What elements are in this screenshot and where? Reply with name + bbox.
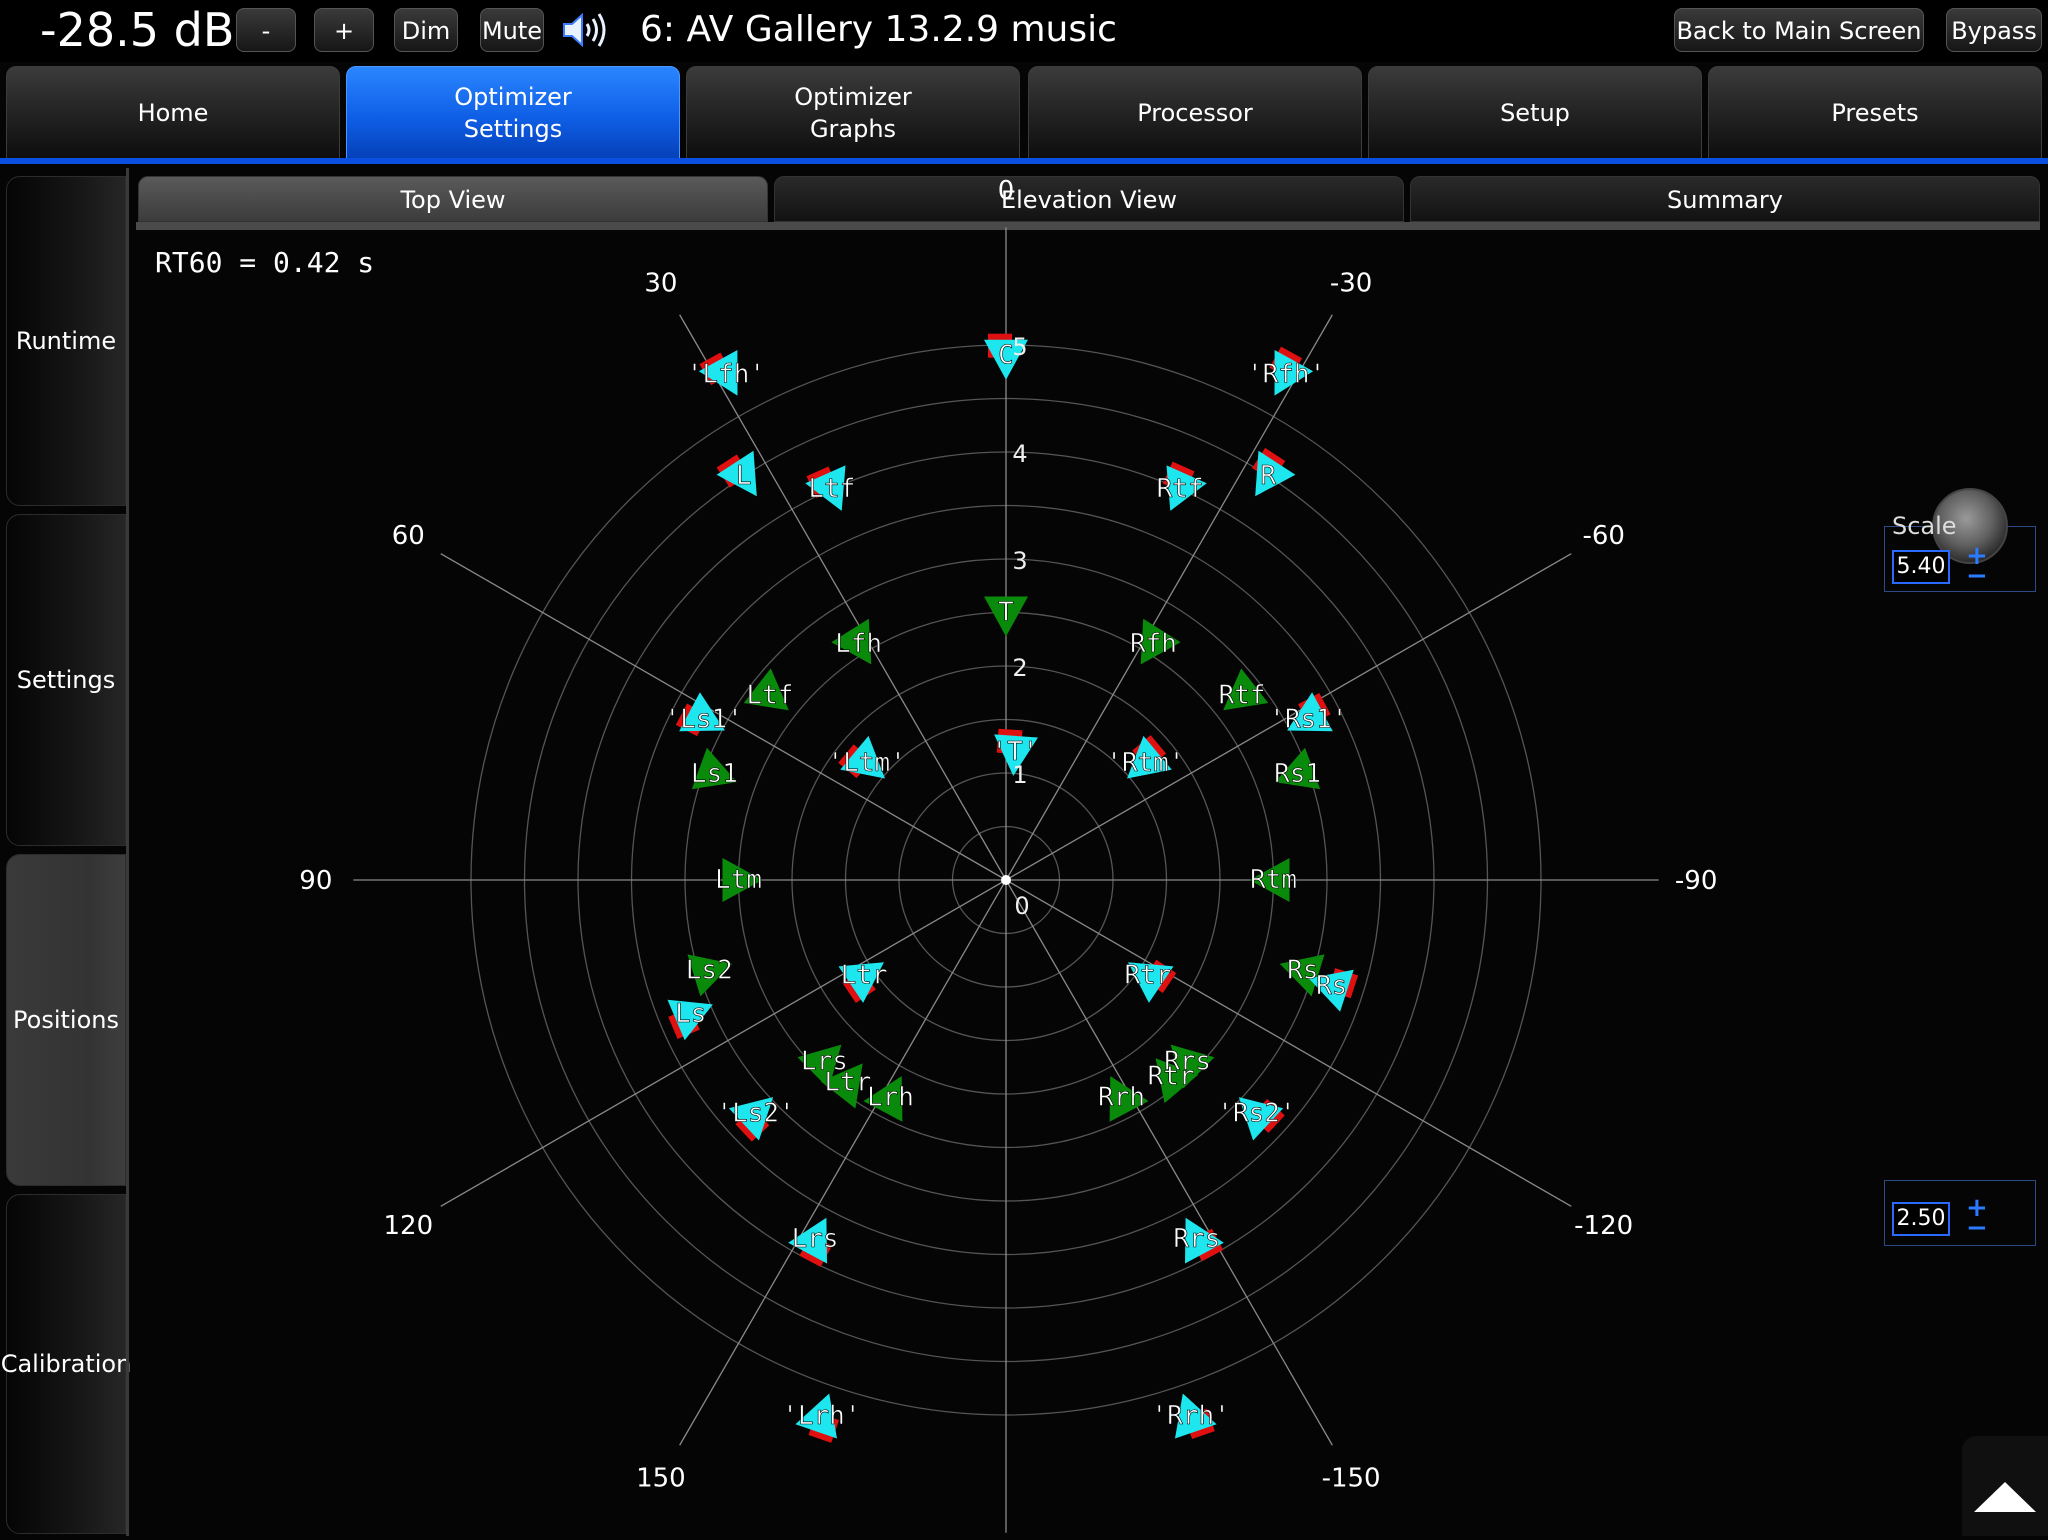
tab-label: Setup (1500, 99, 1570, 127)
secondary-decrease-button[interactable]: − (1966, 1215, 1988, 1241)
tab-label: Presets (1831, 99, 1919, 127)
tab-label: Processor (1137, 99, 1253, 127)
tab-optimizer-graphs[interactable]: Optimizer Graphs (686, 66, 1020, 160)
rt60-readout: RT60 = 0.42 s (155, 246, 375, 279)
subtab-summary[interactable]: Summary (1410, 176, 2040, 222)
tab-underline (0, 158, 2048, 164)
scale-label: Scale (1892, 512, 1957, 540)
sidebar-item-positions[interactable]: Positions (6, 854, 126, 1186)
tab-label-line2: Graphs (809, 115, 897, 143)
subtab-underline (136, 222, 2040, 230)
sidebar-item-runtime[interactable]: Runtime (6, 176, 126, 506)
secondary-scale-value-field[interactable]: 2.50 (1892, 1202, 1950, 1236)
speaker-volume-icon[interactable] (560, 10, 612, 50)
sidebar-divider (126, 168, 129, 1536)
tab-processor[interactable]: Processor (1028, 66, 1362, 160)
bypass-button[interactable]: Bypass (1946, 8, 2042, 52)
tab-presets[interactable]: Presets (1708, 66, 2042, 160)
back-to-main-screen-button[interactable]: Back to Main Screen (1674, 8, 1924, 52)
subtab-elevation-view[interactable]: Elevation View (774, 176, 1404, 222)
sidebar-item-label: Settings (16, 666, 116, 694)
sidebar-item-calibration[interactable]: Calibration (1, 1194, 131, 1534)
scale-decrease-button[interactable]: − (1966, 563, 1988, 589)
dim-button[interactable]: Dim (394, 8, 458, 52)
sidebar-item-label: Positions (13, 1006, 119, 1034)
tab-label-line2: Settings (463, 115, 563, 143)
top-view-plot-area[interactable] (136, 230, 2040, 1536)
top-status-bar: -28.5 dB - + Dim Mute 6: AV Gallery 13.2… (0, 0, 2048, 62)
tab-optimizer-settings[interactable]: Optimizer Settings (346, 66, 680, 160)
triangle-up-icon (1974, 1482, 2036, 1512)
subtab-top-view[interactable]: Top View (138, 176, 768, 222)
sidebar-item-label: Calibration (0, 1350, 132, 1378)
volume-down-button[interactable]: - (236, 8, 296, 52)
tab-label: Home (137, 99, 209, 127)
volume-readout: -28.5 dB (40, 3, 235, 57)
sidebar-item-settings[interactable]: Settings (6, 514, 126, 846)
tab-home[interactable]: Home (6, 66, 340, 160)
tab-label: Optimizer (454, 83, 572, 111)
tab-label: Optimizer (794, 83, 912, 111)
tab-setup[interactable]: Setup (1368, 66, 1702, 160)
mute-button[interactable]: Mute (480, 8, 544, 52)
sidebar-item-label: Runtime (15, 327, 117, 355)
scale-value-field[interactable]: 5.40 (1892, 550, 1950, 584)
main-tab-bar: Home Optimizer Settings Optimizer Graphs… (0, 66, 2048, 162)
preset-title: 6: AV Gallery 13.2.9 music (640, 9, 1117, 50)
volume-up-button[interactable]: + (314, 8, 374, 52)
scroll-up-button[interactable] (1962, 1436, 2048, 1536)
